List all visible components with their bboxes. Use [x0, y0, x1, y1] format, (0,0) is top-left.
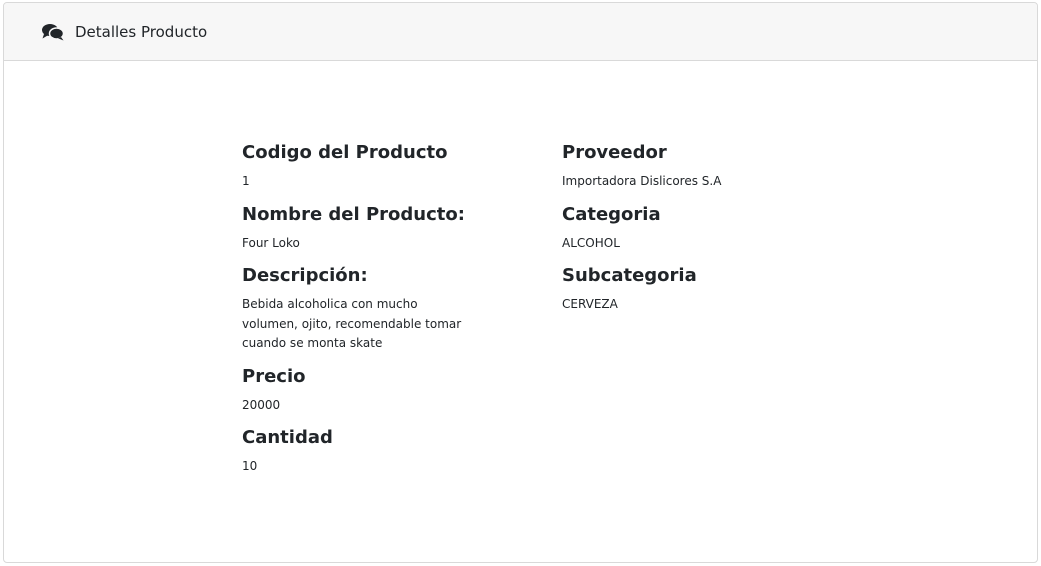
details-columns: Codigo del Producto 1 Nombre del Product…	[242, 142, 882, 489]
card-title: Detalles Producto	[75, 22, 208, 41]
field-label: Categoria	[562, 203, 661, 225]
field-label: Precio	[242, 365, 306, 387]
field-price: Precio 20000	[242, 366, 562, 416]
field-supplier: Proveedor Importadora Dislicores S.A	[562, 142, 882, 192]
field-value: CERVEZA	[562, 297, 618, 311]
field-value: 10	[242, 459, 258, 473]
comments-icon	[42, 23, 65, 41]
field-label: Subcategoria	[562, 265, 697, 286]
field-value: Bebida alcoholica con mucho volumen, oji…	[242, 297, 462, 350]
product-details-card: Detalles Producto Codigo del Producto 1 …	[3, 2, 1038, 563]
field-product-name: Nombre del Producto: Four Loko	[242, 204, 562, 254]
field-quantity: Cantidad 10	[242, 427, 562, 477]
field-label: Nombre del Producto:	[242, 203, 465, 225]
field-value: ALCOHOL	[562, 235, 620, 250]
card-header: Detalles Producto	[4, 3, 1037, 61]
field-value: 20000	[242, 397, 281, 412]
field-category: Categoria ALCOHOL	[562, 204, 882, 254]
field-label: Cantidad	[242, 427, 333, 448]
field-value: 1	[242, 174, 250, 188]
field-value: Four Loko	[242, 235, 300, 250]
details-right-column: Proveedor Importadora Dislicores S.A Cat…	[562, 142, 882, 489]
field-description: Descripción: Bebida alcoholica con mucho…	[242, 265, 562, 354]
field-label: Codigo del Producto	[242, 142, 448, 163]
details-left-column: Codigo del Producto 1 Nombre del Product…	[242, 142, 562, 489]
field-label: Proveedor	[562, 142, 667, 163]
field-value: Importadora Dislicores S.A	[562, 174, 722, 188]
field-label: Descripción:	[242, 265, 368, 286]
field-product-code: Codigo del Producto 1	[242, 142, 562, 192]
field-subcategory: Subcategoria CERVEZA	[562, 265, 882, 315]
